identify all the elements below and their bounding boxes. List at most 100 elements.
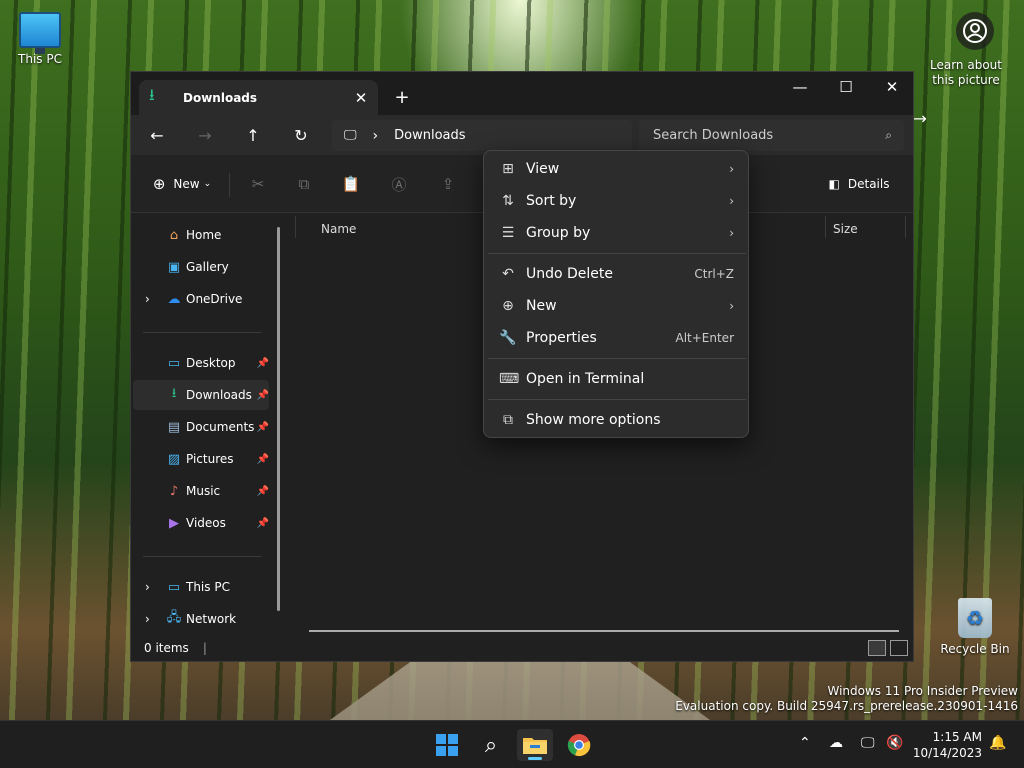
tiles-view-button[interactable] [890,640,908,656]
menu-separator [488,358,746,359]
undo-icon: ↶ [502,266,514,282]
sidebar-item-label: This PC [186,580,230,594]
sidebar-item-videos[interactable]: ▶ Videos 📌 [133,508,269,538]
details-pane-icon: ◧ [828,177,840,191]
minimize-button[interactable]: — [777,72,823,102]
sidebar-item-documents[interactable]: ▤ Documents 📌 [133,412,269,442]
rename-button[interactable]: Ⓐ [384,169,414,199]
chevron-right-icon[interactable]: › [145,612,150,626]
network-icon[interactable]: 🖵 [861,735,875,751]
search-icon: ⌕ [885,128,892,142]
desktop-icon-recycle-bin[interactable]: ♻ Recycle Bin [935,598,1015,656]
pin-icon: 📌 [256,421,269,433]
sidebar-item-gallery[interactable]: ▣ Gallery [133,252,269,282]
sidebar-item-label: Documents [186,420,255,434]
maximize-button[interactable]: ☐ [823,72,869,102]
show-hidden-icons-chevron-icon[interactable]: ⌃ [799,735,811,751]
grid-icon: ⊞ [502,161,514,177]
menu-item-undo-delete[interactable]: ↶ Undo Delete Ctrl+Z [488,258,746,290]
list-icon: ☰ [501,225,515,241]
menu-item-view[interactable]: ⊞ View › [488,153,746,185]
chrome-taskbar-button[interactable] [561,729,597,761]
onedrive-offline-icon[interactable]: ☁ [829,735,843,751]
menu-item-label: View [526,161,560,177]
notification-bell-icon[interactable]: 🔔 [989,735,1006,751]
volume-muted-icon[interactable]: 🔇 [886,735,903,751]
share-button[interactable]: ⇪ [433,169,463,199]
desktop-icon-label: Recycle Bin [940,642,1010,656]
watermark-line: Evaluation copy. Build 25947.rs_prerelea… [675,699,1018,713]
clock[interactable]: 1:15 AM 10/14/2023 [913,729,982,761]
new-button-label: New [173,177,200,191]
column-header-name[interactable]: Name [321,222,356,236]
close-window-button[interactable]: ✕ [869,72,915,102]
tab-downloads[interactable]: ⭳ Downloads ✕ [139,80,378,115]
sidebar-item-music[interactable]: ♪ Music 📌 [133,476,269,506]
details-button[interactable]: ◧ Details [825,169,893,199]
close-tab-button[interactable]: ✕ [348,85,374,111]
search-input[interactable]: Search Downloads ⌕ [639,120,904,151]
chevron-down-icon: ⌄ [203,179,212,189]
sidebar-item-home[interactable]: ⌂ Home [133,220,269,250]
menu-item-new[interactable]: ⊕ New › [488,290,746,322]
download-icon: ⭳ [149,85,155,104]
new-tab-button[interactable]: + [389,84,415,110]
chevron-right-icon[interactable]: › [145,580,150,594]
clipboard-icon: 📋 [341,175,361,193]
clock-date: 10/14/2023 [912,746,982,760]
chevron-right-icon: › [729,162,734,176]
toolbar-divider [229,173,230,197]
desktop-icon-this-pc[interactable]: This PC [0,12,80,66]
context-menu: ⊞ View › ⇅ Sort by › ☰ Group by › ↶ Undo… [483,150,749,438]
menu-item-open-in-terminal[interactable]: ⌨ Open in Terminal [488,363,746,395]
sidebar-item-label: OneDrive [186,292,243,306]
copy-button[interactable]: ⧉ [289,169,319,199]
gallery-icon: ▣ [167,259,181,275]
details-view-button[interactable] [868,640,886,656]
menu-item-sort-by[interactable]: ⇅ Sort by › [488,185,746,217]
clock-time: 1:15 AM [932,730,982,744]
up-button[interactable]: ↑ [238,121,268,149]
taskbar: ⌕ ⌃ ☁ 🖵 🔇 1:15 AM 10/14/2023 🔔 [0,720,1024,768]
forward-button[interactable]: → [190,121,220,149]
sidebar-item-pictures[interactable]: ▨ Pictures 📌 [133,444,269,474]
file-explorer-taskbar-button[interactable] [517,729,553,761]
external-link-icon: ⧉ [503,412,513,428]
menu-item-show-more-options[interactable]: ⧉ Show more options [488,404,746,436]
menu-item-label: Undo Delete [526,266,614,282]
menu-item-properties[interactable]: 🔧 Properties Alt+Enter [488,322,746,354]
cut-button[interactable]: ✂ [243,169,273,199]
active-indicator [528,757,542,760]
music-icon: ♪ [169,483,179,499]
video-icon: ▶ [169,515,179,531]
back-button[interactable]: ← [142,121,172,149]
document-icon: ▤ [167,419,181,435]
sidebar-scrollbar[interactable] [277,227,280,611]
sidebar-item-downloads[interactable]: ⭳ Downloads 📌 [133,380,269,410]
sidebar-item-desktop[interactable]: ▭ Desktop 📌 [133,348,269,378]
menu-item-group-by[interactable]: ☰ Group by › [488,217,746,249]
search-button[interactable]: ⌕ [473,729,509,761]
pin-icon: 📌 [256,517,269,529]
sidebar-item-this-pc[interactable]: › ▭ This PC [133,572,269,602]
chevron-right-icon: › [729,194,734,208]
chevron-right-icon[interactable]: › [145,292,150,306]
wrench-icon: 🔧 [499,330,517,346]
refresh-button[interactable]: ↻ [286,121,316,149]
sidebar-item-network[interactable]: › 🖧 Network [133,604,269,634]
sidebar-item-onedrive[interactable]: › ☁ OneDrive [133,284,269,314]
menu-item-label: New [526,298,557,314]
column-header-size[interactable]: Size [833,222,858,236]
chevron-right-icon: › [729,299,734,313]
status-divider: | [202,641,207,655]
pin-icon: 📌 [256,357,269,369]
monitor-icon: ▭ [167,579,181,595]
paste-button[interactable]: 📋 [336,169,366,199]
address-bar[interactable]: 🖵 › Downloads [332,120,632,151]
new-button[interactable]: ⊕ New ⌄ [149,169,215,199]
sidebar-item-label: Network [186,612,237,626]
home-icon: ⌂ [169,227,179,243]
start-button[interactable] [429,729,465,761]
horizontal-scrollbar[interactable] [309,630,899,632]
learn-about-picture-button[interactable] [956,12,994,50]
